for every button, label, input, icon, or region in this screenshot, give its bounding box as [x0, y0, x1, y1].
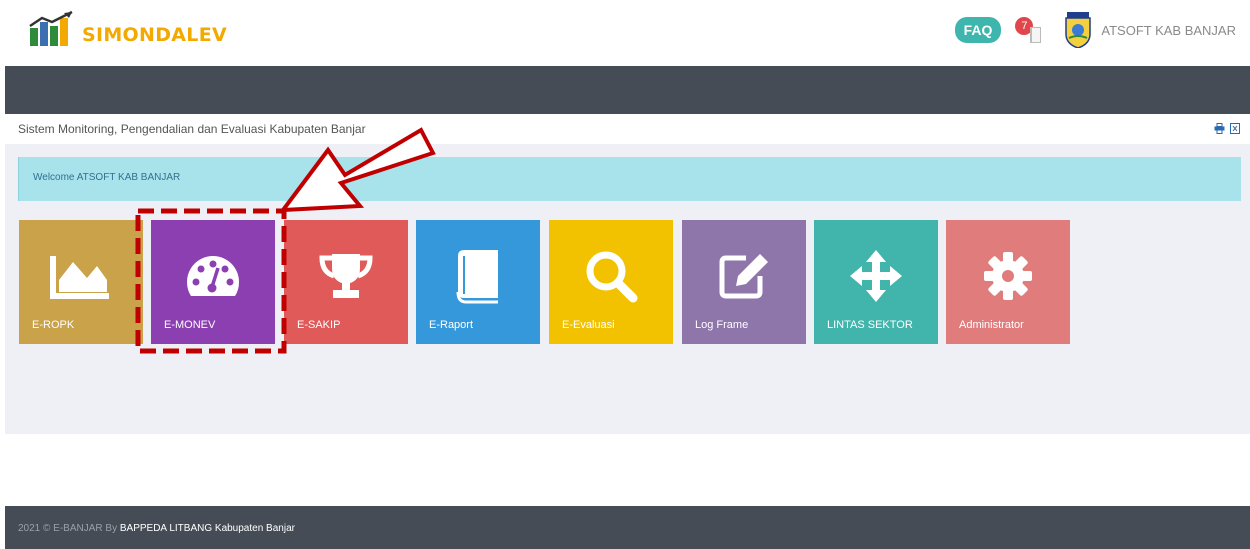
footer: 2021 © E-BANJAR By BAPPEDA LITBANG Kabup…	[5, 506, 1250, 549]
breadcrumb: Sistem Monitoring, Pengendalian dan Eval…	[5, 114, 1250, 144]
tile-label: Log Frame	[695, 319, 749, 331]
faq-button[interactable]: FAQ	[954, 17, 1002, 43]
welcome-alert: Welcome ATSOFT KAB BANJAR	[18, 157, 1241, 201]
footer-org-link[interactable]: BAPPEDA LITBANG Kabupaten Banjar	[120, 523, 295, 534]
door-icon	[1030, 27, 1042, 43]
move-icon	[850, 250, 902, 302]
user-avatar[interactable]	[1063, 12, 1093, 48]
footer-copyright: 2021 © E-BANJAR By	[18, 523, 120, 534]
tile-administrator[interactable]: Administrator	[946, 220, 1070, 344]
tile-e-ropk[interactable]: E-ROPK	[19, 220, 143, 344]
app-logo[interactable]: SIMONDALEV	[28, 10, 227, 46]
tile-e-raport[interactable]: E-Raport	[416, 220, 540, 344]
search-icon	[586, 251, 638, 303]
user-name[interactable]: ATSOFT KAB BANJAR	[1101, 23, 1236, 38]
notification-button[interactable]: 7	[1015, 15, 1045, 45]
gear-icon	[984, 252, 1032, 300]
excel-icon[interactable]	[1230, 123, 1240, 134]
book-icon	[456, 250, 498, 304]
print-icon[interactable]	[1214, 123, 1225, 134]
dashboard-icon	[187, 256, 239, 296]
app-name: SIMONDALEV	[82, 24, 227, 46]
tile-label: E-Evaluasi	[562, 319, 615, 331]
page-actions	[1214, 123, 1240, 134]
footer-text: 2021 © E-BANJAR By BAPPEDA LITBANG Kabup…	[18, 523, 295, 534]
edit-icon	[719, 254, 768, 299]
area-chart-icon	[50, 256, 109, 299]
tile-label: E-Raport	[429, 319, 474, 331]
tile-label: E-SAKIP	[297, 319, 341, 331]
tile-label: E-ROPK	[32, 319, 75, 331]
tile-log-frame[interactable]: Log Frame	[682, 220, 806, 344]
tile-lintas-sektor[interactable]: LINTAS SEKTOR	[814, 220, 938, 344]
tile-e-monev[interactable]: E-MONEV	[151, 220, 275, 344]
header-actions: FAQ 7 ATSOFT KAB BANJAR	[954, 12, 1236, 48]
nav-bar	[5, 66, 1250, 114]
page-title: Sistem Monitoring, Pengendalian dan Eval…	[18, 122, 366, 136]
tile-label: LINTAS SEKTOR	[827, 319, 913, 331]
tile-e-evaluasi[interactable]: E-Evaluasi	[549, 220, 673, 344]
tile-label: E-MONEV	[164, 319, 216, 331]
trophy-icon	[319, 254, 373, 298]
top-header: SIMONDALEV FAQ 7 ATSOFT KAB BANJAR	[0, 0, 1250, 66]
tile-label: Administrator	[959, 319, 1024, 331]
welcome-text: Welcome ATSOFT KAB BANJAR	[33, 172, 181, 183]
logo-bars-icon	[29, 10, 73, 46]
tile-e-sakip[interactable]: E-SAKIP	[284, 220, 408, 344]
